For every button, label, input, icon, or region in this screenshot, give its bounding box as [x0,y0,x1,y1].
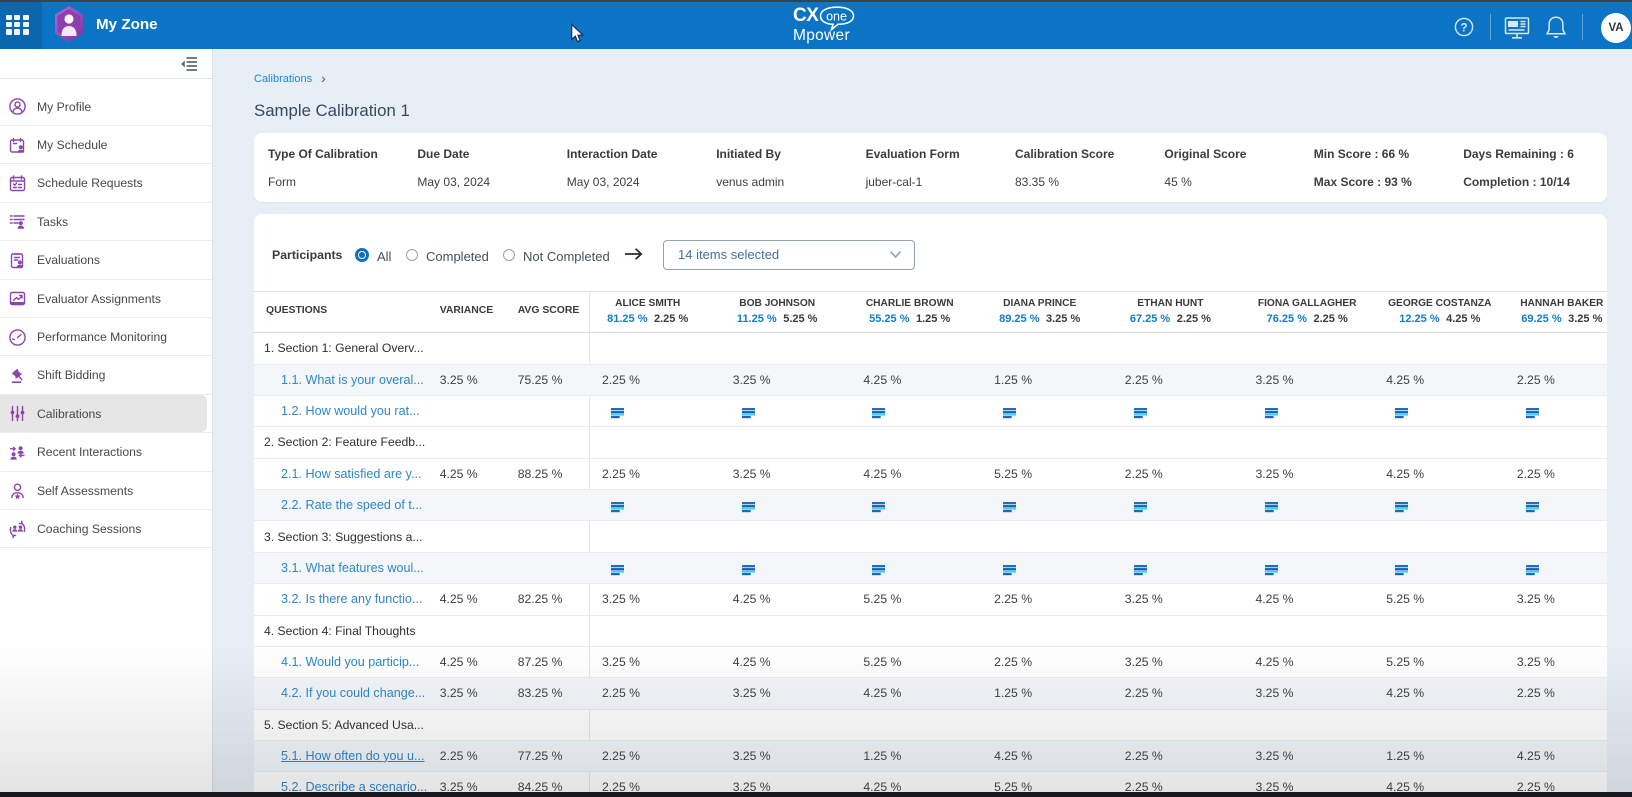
svg-text:?: ? [1460,22,1467,34]
svg-text:one: one [826,10,847,24]
